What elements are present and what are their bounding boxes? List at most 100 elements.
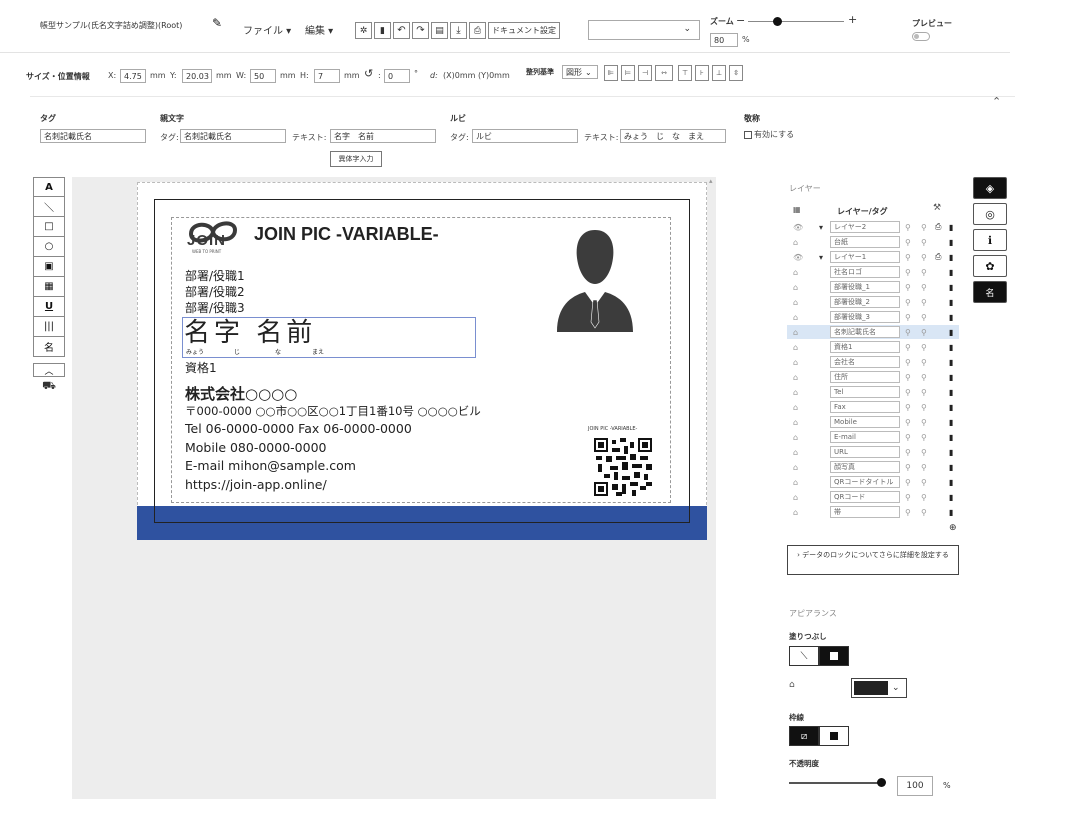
search-icon[interactable]: ⚲ bbox=[921, 418, 927, 427]
tel-fax[interactable]: Tel 06-0000-0000 Fax 06-0000-0000 bbox=[185, 421, 412, 436]
preview-toggle[interactable] bbox=[912, 32, 930, 41]
solid-fill-icon[interactable] bbox=[819, 646, 849, 666]
trash-icon[interactable]: ▮ bbox=[949, 328, 953, 337]
download-icon[interactable]: ⤓ bbox=[450, 22, 467, 39]
layer-name[interactable]: 名刺記載氏名 bbox=[830, 326, 900, 338]
layer-row[interactable]: ⌂ Tel ⚲ ⚲ ▮ bbox=[787, 385, 959, 399]
lock-icon[interactable]: ⌂ bbox=[793, 508, 798, 517]
rotate-input[interactable]: 0 bbox=[384, 69, 410, 83]
search-icon[interactable]: ⚲ bbox=[921, 403, 927, 412]
template-select[interactable]: ⌄ bbox=[588, 20, 700, 40]
layer-row[interactable]: ⌂ 社名ロゴ ⚲ ⚲ ▮ bbox=[787, 265, 959, 279]
lock-icon[interactable]: ⌂ bbox=[793, 298, 798, 307]
trash-icon[interactable]: ▮ bbox=[949, 373, 953, 382]
print-icon[interactable]: ⎙ bbox=[935, 252, 941, 262]
lock-icon[interactable]: ⌂ bbox=[793, 403, 798, 412]
layer-name[interactable]: 部署役職_1 bbox=[830, 281, 900, 293]
layer-name[interactable]: Fax bbox=[830, 401, 900, 413]
trash-icon[interactable]: ▮ bbox=[949, 463, 953, 472]
trash-icon[interactable]: ▮ bbox=[949, 418, 953, 427]
parent-tag-input[interactable]: 名刺記載氏名 bbox=[180, 129, 286, 143]
visibility-icon[interactable]: 👁 bbox=[793, 253, 803, 262]
dept-2[interactable]: 部署/役職2 bbox=[185, 284, 245, 300]
stamp-icon[interactable]: ⛟ bbox=[33, 377, 65, 395]
zoom-in-icon[interactable]: + bbox=[848, 13, 857, 26]
qr-caption[interactable]: JOIN PIC -VARIABLE- bbox=[588, 426, 637, 432]
qrcode-tool[interactable]: ▦ bbox=[33, 277, 65, 297]
align-top-icon[interactable]: ⊤ bbox=[678, 65, 692, 81]
pin-icon[interactable]: ⚲ bbox=[905, 298, 911, 307]
settings-icon[interactable]: ✲ bbox=[355, 22, 372, 39]
layer-row[interactable]: ⌂ 顔写真 ⚲ ⚲ ▮ bbox=[787, 460, 959, 474]
layer-name[interactable]: 顔写真 bbox=[830, 461, 900, 473]
layer-name[interactable]: Mobile bbox=[830, 416, 900, 428]
search-icon[interactable]: ⚲ bbox=[921, 328, 927, 337]
pin-icon[interactable]: ⚲ bbox=[905, 418, 911, 427]
company-name[interactable]: 株式会社○○○○ bbox=[185, 383, 297, 404]
print-icon[interactable]: ⎙ bbox=[935, 222, 941, 232]
lock-icon[interactable]: ⌂ bbox=[793, 373, 798, 382]
layer-row[interactable]: ⌂ 帯 ⚲ ⚲ ▮ bbox=[787, 505, 959, 519]
address[interactable]: 〒000-0000 ○○市○○区○○1丁目1番10号 ○○○○ビル bbox=[185, 403, 481, 419]
align-basis-select[interactable]: 図形 ⌄ bbox=[562, 65, 598, 79]
avatar[interactable] bbox=[555, 222, 635, 332]
zoom-input[interactable]: 80 bbox=[710, 33, 738, 47]
pin-icon[interactable]: ⚲ bbox=[905, 268, 911, 277]
align-right-icon[interactable]: ⊣ bbox=[638, 65, 652, 81]
ruby-text-input[interactable]: みょう じ な まえ bbox=[620, 129, 726, 143]
url[interactable]: https://join-app.online/ bbox=[185, 477, 327, 492]
info-icon[interactable]: ℹ bbox=[973, 229, 1007, 251]
pin-icon[interactable]: ⚲ bbox=[905, 478, 911, 487]
undo-icon[interactable]: ↶ bbox=[393, 22, 410, 39]
trash-icon[interactable]: ▮ bbox=[949, 478, 953, 487]
search-icon[interactable]: ⚲ bbox=[921, 463, 927, 472]
lock-icon[interactable]: ⌂ bbox=[793, 343, 798, 352]
align-left-icon[interactable]: ⊫ bbox=[604, 65, 618, 81]
pin-icon[interactable]: ⚲ bbox=[905, 508, 911, 517]
email[interactable]: E-mail mihon@sample.com bbox=[185, 458, 356, 473]
lock-icon[interactable]: ⌂ bbox=[793, 448, 798, 457]
dept-3[interactable]: 部署/役職3 bbox=[185, 300, 245, 316]
pin-icon[interactable]: ⚲ bbox=[905, 448, 911, 457]
layer-row[interactable]: ⌂ 住所 ⚲ ⚲ ▮ bbox=[787, 370, 959, 384]
qr-code[interactable] bbox=[594, 438, 652, 496]
trash-icon[interactable]: ▮ bbox=[949, 253, 953, 262]
trash-icon[interactable]: ▮ bbox=[949, 388, 953, 397]
distribute-h-icon[interactable]: ⇿ bbox=[655, 65, 673, 81]
lock-icon[interactable]: ⌂ bbox=[793, 388, 798, 397]
lock-icon[interactable]: ⌂ bbox=[793, 268, 798, 277]
pin-icon[interactable]: ⚲ bbox=[905, 253, 911, 262]
tools-icon[interactable]: ⚒ bbox=[933, 203, 941, 213]
pin-icon[interactable]: ⚲ bbox=[905, 238, 911, 247]
layer-row[interactable]: ⌂ 資格1 ⚲ ⚲ ▮ bbox=[787, 340, 959, 354]
pin-icon[interactable]: ⚲ bbox=[905, 358, 911, 367]
search-icon[interactable]: ⚲ bbox=[921, 238, 927, 247]
pin-icon[interactable]: ⚲ bbox=[905, 313, 911, 322]
layer-row[interactable]: ⌂ 名刺記載氏名 ⚲ ⚲ ▮ bbox=[787, 325, 959, 339]
rectangle-tool[interactable]: □ bbox=[33, 217, 65, 237]
layer-name[interactable]: QRコード bbox=[830, 491, 900, 503]
layer-name[interactable]: 部署役職_2 bbox=[830, 296, 900, 308]
lock-icon[interactable]: ⌂ bbox=[793, 493, 798, 502]
trash-icon[interactable]: ▮ bbox=[949, 433, 953, 442]
trash-icon[interactable]: ▮ bbox=[949, 448, 953, 457]
trash-icon[interactable]: ▮ bbox=[949, 313, 953, 322]
trash-icon[interactable]: ▮ bbox=[949, 403, 953, 412]
line-tool[interactable]: ＼ bbox=[33, 197, 65, 217]
dept-1[interactable]: 部署/役職1 bbox=[185, 268, 245, 284]
pin-icon[interactable]: ⚲ bbox=[905, 223, 911, 232]
barcode-tool[interactable]: ||| bbox=[33, 317, 65, 337]
tag-input[interactable]: 名刺記載氏名 bbox=[40, 129, 146, 143]
layer-row[interactable]: ⌂ QRコード ⚲ ⚲ ▮ bbox=[787, 490, 959, 504]
trash-icon[interactable]: ▮ bbox=[949, 223, 953, 232]
layer-name[interactable]: E-mail bbox=[830, 431, 900, 443]
card-name[interactable]: 名字 名前 bbox=[184, 318, 316, 348]
honorific-checkbox[interactable]: 有効にする bbox=[744, 129, 794, 140]
mobile[interactable]: Mobile 080-0000-0000 bbox=[185, 440, 326, 455]
ellipse-tool[interactable]: ○ bbox=[33, 237, 65, 257]
pin-icon[interactable]: ⚲ bbox=[905, 493, 911, 502]
search-icon[interactable]: ⚲ bbox=[921, 253, 927, 262]
layer-row[interactable]: ⌂ E-mail ⚲ ⚲ ▮ bbox=[787, 430, 959, 444]
text-tool[interactable]: A bbox=[33, 177, 65, 197]
layer-name[interactable]: Tel bbox=[830, 386, 900, 398]
